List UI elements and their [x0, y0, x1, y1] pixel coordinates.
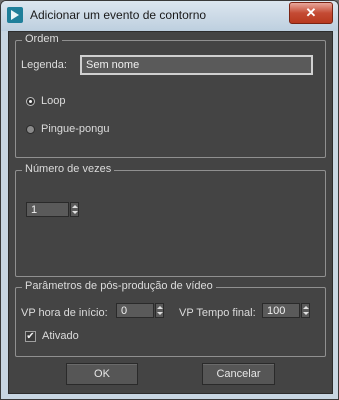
- start-time-label: VP hora de início:: [21, 307, 108, 319]
- loop-label: Loop: [41, 95, 66, 107]
- spinner-up-icon[interactable]: [303, 306, 309, 309]
- loop-radio[interactable]: [26, 97, 35, 106]
- spinner-down-icon[interactable]: [303, 312, 309, 315]
- video-group-title: Parâmetros de pós-produção de vídeo: [22, 280, 216, 292]
- end-time-input[interactable]: 100: [262, 303, 300, 318]
- ordem-group: Ordem Legenda: Sem nome Loop Pingue-pong…: [15, 33, 326, 158]
- dialog-window: Adicionar um evento de contorno ✕ Ordem …: [0, 0, 339, 400]
- spinner-down-icon[interactable]: [157, 312, 163, 315]
- enabled-checkbox[interactable]: ✔: [25, 331, 36, 342]
- end-time-spinner[interactable]: [301, 303, 310, 318]
- spinner-up-icon[interactable]: [157, 306, 163, 309]
- ordem-group-title: Ordem: [22, 33, 62, 45]
- close-button[interactable]: ✕: [289, 2, 333, 24]
- dialog-body: Ordem Legenda: Sem nome Loop Pingue-pong…: [8, 31, 333, 394]
- repeats-spinner[interactable]: [70, 202, 79, 217]
- repeats-input[interactable]: 1: [26, 202, 69, 217]
- close-icon: ✕: [305, 5, 317, 20]
- app-icon: [7, 7, 23, 23]
- start-time-spinner[interactable]: [155, 303, 164, 318]
- spinner-up-icon[interactable]: [72, 205, 78, 208]
- end-time-label: VP Tempo final:: [179, 307, 256, 319]
- title-bar[interactable]: Adicionar um evento de contorno ✕: [1, 1, 338, 31]
- repeats-group: Número de vezes 1: [15, 163, 326, 277]
- spinner-down-icon[interactable]: [72, 211, 78, 214]
- enabled-label: Ativado: [42, 330, 79, 342]
- repeats-group-title: Número de vezes: [22, 163, 115, 175]
- ok-button[interactable]: OK: [66, 363, 138, 385]
- pingpong-radio[interactable]: [26, 125, 35, 134]
- legend-input[interactable]: Sem nome: [80, 55, 313, 75]
- start-time-input[interactable]: 0: [116, 303, 154, 318]
- checkmark-icon: ✔: [26, 331, 35, 342]
- window-title: Adicionar um evento de contorno: [30, 8, 207, 22]
- legend-label: Legenda:: [21, 59, 67, 71]
- video-group: Parâmetros de pós-produção de vídeo VP h…: [15, 280, 326, 357]
- cancel-button[interactable]: Cancelar: [202, 363, 275, 385]
- pingpong-label: Pingue-pongu: [41, 123, 110, 135]
